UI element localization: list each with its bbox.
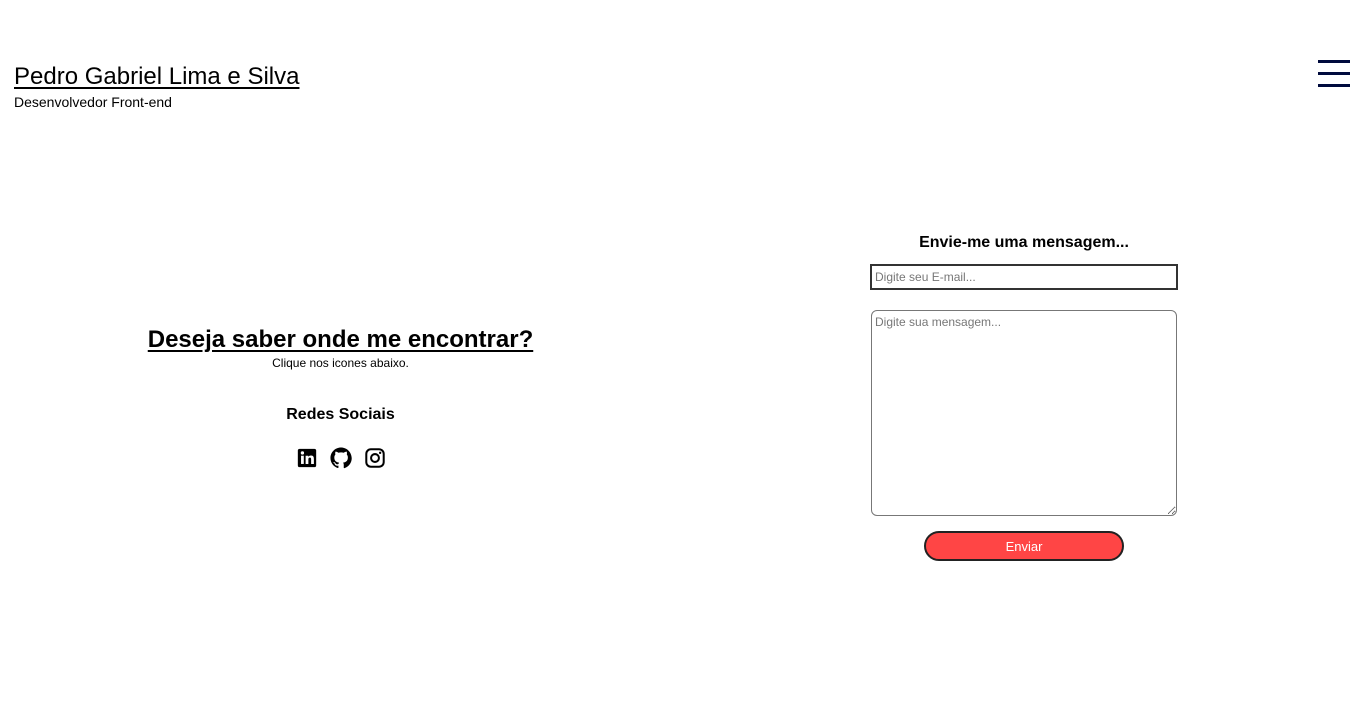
form-heading: Envie-me uma mensagem... bbox=[919, 234, 1129, 251]
site-subtitle: Desenvolvedor Front-end bbox=[14, 94, 172, 110]
site-title: Pedro Gabriel Lima e Silva bbox=[14, 63, 300, 90]
hamburger-menu-icon[interactable] bbox=[1318, 60, 1350, 88]
email-field[interactable] bbox=[870, 264, 1178, 290]
contact-heading: Deseja saber onde me encontrar? bbox=[147, 326, 534, 353]
instagram-icon[interactable] bbox=[364, 447, 386, 469]
social-links bbox=[100, 447, 581, 469]
menu-bar bbox=[1318, 60, 1350, 63]
linkedin-icon[interactable] bbox=[296, 447, 318, 469]
github-icon[interactable] bbox=[329, 447, 352, 469]
send-button[interactable]: Enviar bbox=[924, 531, 1124, 561]
menu-bar bbox=[1318, 84, 1350, 87]
message-field[interactable] bbox=[871, 310, 1177, 516]
social-heading: Redes Sociais bbox=[286, 406, 395, 423]
contact-subheading: Clique nos icones abaixo. bbox=[272, 356, 409, 370]
menu-bar bbox=[1318, 72, 1350, 75]
